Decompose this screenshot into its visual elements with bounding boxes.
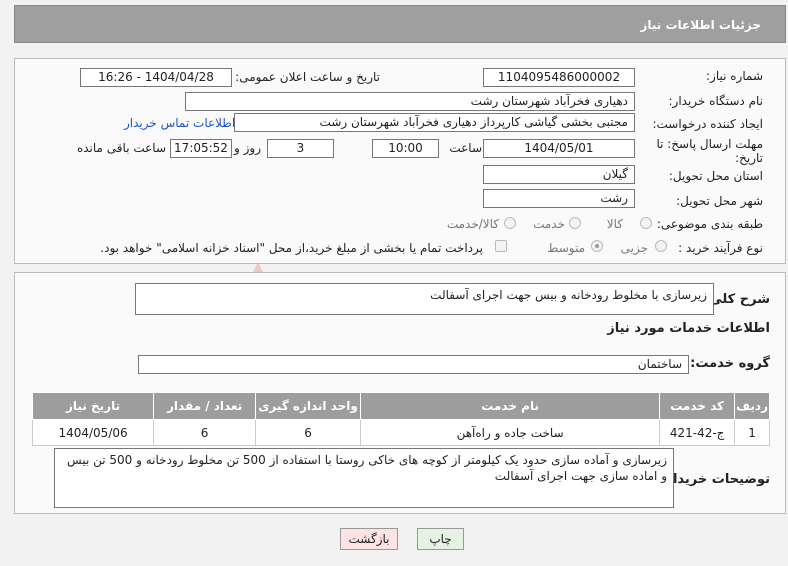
- col-name: نام خدمت: [360, 392, 661, 420]
- creator-field: مجتبی بخشی گیاشی کارپرداز دهیاری فخرآباد…: [234, 113, 635, 132]
- days-label: روز و: [234, 141, 261, 155]
- payment-checkbox[interactable]: [495, 240, 507, 252]
- col-date: تاریخ نیاز: [31, 392, 155, 420]
- category-option-goods: کالا: [606, 217, 623, 231]
- col-unit: واحد اندازه گیری: [255, 392, 362, 420]
- cell-date: 1404/05/06: [31, 419, 155, 446]
- remaining-time-field: 17:05:52: [170, 139, 232, 158]
- back-button[interactable]: بازگشت: [340, 528, 398, 550]
- payment-note: پرداخت تمام یا بخشی از مبلغ خرید،از محل …: [100, 241, 483, 255]
- remaining-time-label: ساعت باقی مانده: [76, 141, 166, 155]
- col-qty: تعداد / مقدار: [153, 392, 257, 420]
- need-number-field: 1104095486000002: [483, 68, 635, 87]
- print-button[interactable]: چاپ: [417, 528, 464, 550]
- days-field: 3: [267, 139, 334, 158]
- buyer-notes-textarea[interactable]: زیرسازی و آماده سازی حدود یک کیلومتر از …: [54, 448, 674, 508]
- buyer-notes-label: توضیحات خریدار:: [660, 472, 770, 487]
- deadline-time-label: ساعت: [449, 141, 482, 155]
- need-number-label: شماره نیاز:: [706, 69, 763, 83]
- process-option-medium: متوسط: [547, 241, 585, 255]
- deadline-time-field: 10:00: [372, 139, 439, 158]
- details-panel: [14, 58, 786, 264]
- process-radio-minor[interactable]: [655, 240, 667, 252]
- deadline-label-line2: تاریخ:: [735, 151, 763, 165]
- deadline-date-field: 1404/05/01: [483, 139, 635, 158]
- cell-row: 1: [734, 419, 770, 446]
- city-label: شهر محل تحویل:: [676, 194, 763, 208]
- category-label: طبقه بندی موضوعی:: [656, 217, 763, 231]
- cell-code: ج-42-421: [659, 419, 736, 446]
- category-radio-goods-service[interactable]: [504, 217, 516, 229]
- col-row: ردیف: [734, 392, 770, 420]
- category-option-service: خدمت: [533, 217, 565, 231]
- process-option-minor: جزیی: [620, 241, 648, 255]
- city-field: رشت: [483, 189, 635, 208]
- col-code: کد خدمت: [659, 392, 736, 420]
- buyer-contact-link[interactable]: اطلاعات تماس خریدار: [124, 116, 235, 130]
- page-header: جزئیات اطلاعات نیاز: [14, 5, 786, 43]
- province-label: استان محل تحویل:: [668, 169, 763, 183]
- deadline-label-line1: مهلت ارسال پاسخ: تا: [656, 137, 763, 151]
- province-field: گیلان: [483, 165, 635, 184]
- cell-name: ساخت جاده و راه‌آهن: [360, 419, 661, 446]
- service-group-field: ساختمان: [138, 355, 689, 374]
- announce-field: 1404/04/28 - 16:26: [80, 68, 232, 87]
- page-title: جزئیات اطلاعات نیاز: [640, 18, 761, 32]
- category-radio-goods[interactable]: [640, 217, 652, 229]
- announce-label: تاریخ و ساعت اعلان عمومی:: [235, 70, 380, 84]
- buyer-org-field: دهیاری فخرآباد شهرستان رشت: [185, 92, 635, 111]
- creator-label: ایجاد کننده درخواست:: [652, 117, 763, 131]
- buyer-org-label: نام دستگاه خریدار:: [668, 94, 764, 108]
- services-table: ردیف کد خدمت نام خدمت واحد اندازه گیری ت…: [31, 392, 770, 446]
- service-group-label: گروه خدمت:: [690, 356, 770, 371]
- process-radio-medium[interactable]: [591, 240, 603, 252]
- summary-textarea[interactable]: زیرسازی با مخلوط رودخانه و بیس جهت اجرای…: [135, 283, 714, 315]
- cell-unit: 6: [255, 419, 362, 446]
- services-section-title: اطلاعات خدمات مورد نیاز: [607, 321, 770, 336]
- category-option-goods-service: کالا/خدمت: [446, 217, 499, 231]
- cell-qty: 6: [153, 419, 257, 446]
- table-row: 1 ج-42-421 ساخت جاده و راه‌آهن 6 6 1404/…: [31, 419, 770, 446]
- category-radio-service[interactable]: [569, 217, 581, 229]
- services-table-header: ردیف کد خدمت نام خدمت واحد اندازه گیری ت…: [31, 392, 770, 420]
- process-label: نوع فرآیند خرید :: [678, 241, 763, 255]
